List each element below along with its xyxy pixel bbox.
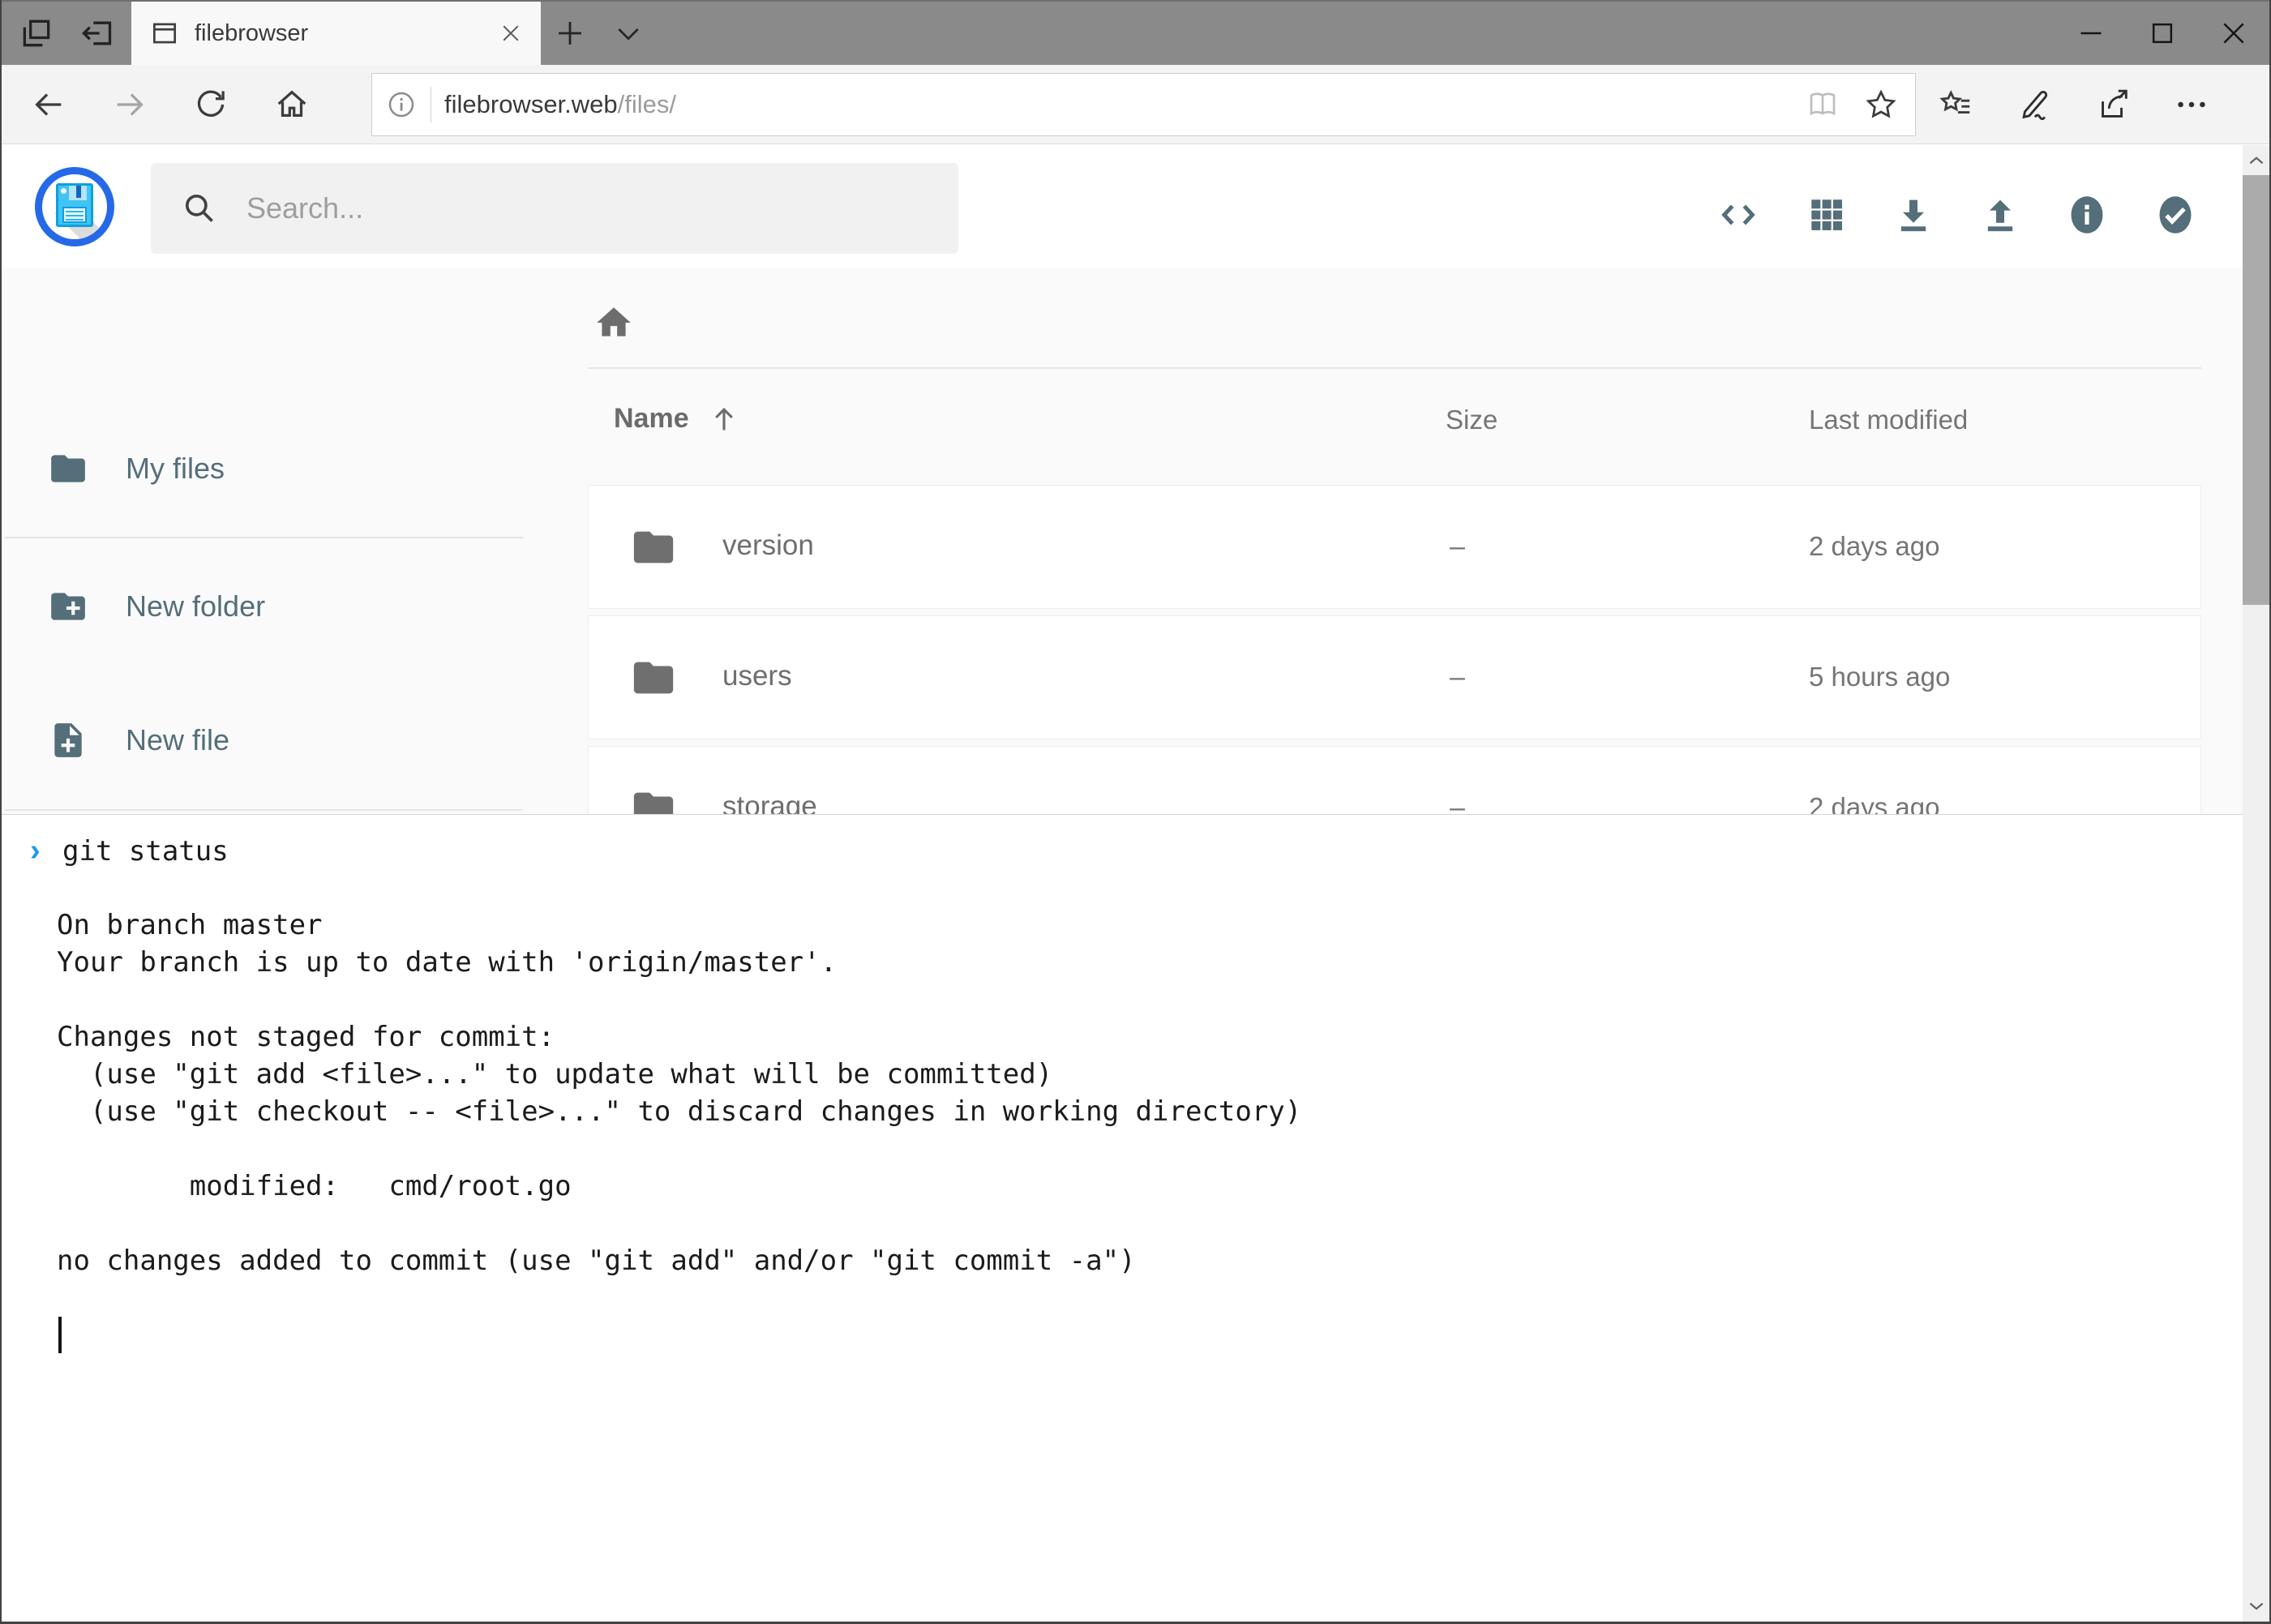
forward-icon xyxy=(111,86,148,123)
floppy-disk-icon xyxy=(56,183,93,227)
titlebar: filebrowser xyxy=(2,0,2269,65)
scroll-down-button[interactable] xyxy=(2243,1591,2269,1622)
file-row-version[interactable]: version – 2 days ago xyxy=(588,485,2201,609)
home-button[interactable] xyxy=(251,65,332,144)
set-tabs-aside-button[interactable] xyxy=(71,2,122,65)
refresh-icon xyxy=(192,86,229,123)
more-options-icon xyxy=(2173,86,2210,123)
browser-window: filebrowser xyxy=(0,0,2271,1624)
forward-button[interactable] xyxy=(89,65,170,144)
back-button[interactable] xyxy=(8,65,89,144)
set-tabs-aside-icon xyxy=(79,15,114,51)
file-name: version xyxy=(722,529,814,562)
column-header-size[interactable]: Size xyxy=(1446,405,1498,435)
url-text[interactable]: filebrowser.web/files/ xyxy=(444,90,1787,119)
site-info-icon[interactable] xyxy=(385,88,418,121)
app-logo[interactable] xyxy=(35,167,114,246)
scroll-up-button[interactable] xyxy=(2243,145,2269,176)
url-path: /files/ xyxy=(618,90,676,118)
terminal-cursor xyxy=(58,1317,62,1353)
tab-previews-button[interactable] xyxy=(11,2,62,65)
file-size: – xyxy=(1450,531,1465,563)
navigation-toolbar: filebrowser.web/files/ xyxy=(2,65,2269,144)
web-notes-button[interactable] xyxy=(1995,65,2073,144)
folder-icon xyxy=(48,448,88,489)
refresh-button[interactable] xyxy=(170,65,251,144)
more-options-button[interactable] xyxy=(2152,65,2230,144)
sort-ascending-icon xyxy=(709,404,739,435)
page-viewport: My files New folder New file Sett xyxy=(2,145,2269,1622)
address-bar[interactable]: filebrowser.web/files/ xyxy=(371,73,1916,136)
breadcrumb-home-icon xyxy=(593,302,634,343)
column-header-modified[interactable]: Last modified xyxy=(1809,405,1968,435)
prompt-chevron-icon: › xyxy=(30,832,49,869)
terminal-prompt-line: › git status xyxy=(2,815,2243,869)
breadcrumb-divider xyxy=(588,367,2201,369)
favorite-star-icon xyxy=(1863,87,1899,122)
terminal-panel[interactable]: › git status On branch master Your branch… xyxy=(2,814,2243,1622)
home-icon xyxy=(273,86,311,123)
new-folder-icon xyxy=(48,586,88,627)
sidebar-item-my-files[interactable]: My files xyxy=(2,436,525,501)
file-row-users[interactable]: users – 5 hours ago xyxy=(588,615,2201,739)
maximize-button[interactable] xyxy=(2127,2,2198,65)
sidebar-divider xyxy=(5,809,523,811)
sidebar-item-new-file[interactable]: New file xyxy=(2,708,525,773)
url-host: filebrowser.web xyxy=(444,90,618,118)
terminal-output: On branch master Your branch is up to da… xyxy=(2,869,2243,1279)
share-icon xyxy=(2094,86,2132,123)
sidebar-item-label: My files xyxy=(126,452,225,486)
tab-filebrowser[interactable]: filebrowser xyxy=(131,2,541,65)
titlebar-drag-area xyxy=(658,2,2055,65)
file-name: users xyxy=(722,660,792,692)
folder-icon xyxy=(629,524,678,571)
favorites-hub-icon xyxy=(1937,86,1974,123)
column-header-name[interactable]: Name xyxy=(614,403,739,435)
share-button[interactable] xyxy=(2073,65,2152,144)
tab-actions xyxy=(2,2,131,65)
page-favicon xyxy=(149,18,180,49)
listing-column-headers: Name Size Last modified xyxy=(588,403,2201,448)
add-favorite-button[interactable] xyxy=(1858,74,1904,135)
search-icon xyxy=(182,191,217,226)
file-modified: 2 days ago xyxy=(1809,531,1939,562)
minimize-icon xyxy=(2075,17,2107,49)
web-notes-icon xyxy=(2016,86,2053,123)
new-tab-icon xyxy=(553,16,587,50)
close-window-button[interactable] xyxy=(2198,2,2269,65)
sidebar-divider xyxy=(5,537,523,538)
column-header-name-label: Name xyxy=(614,403,689,435)
file-size: – xyxy=(1450,662,1465,693)
breadcrumb-home-button[interactable] xyxy=(593,302,634,343)
reading-view-button[interactable] xyxy=(1800,74,1845,135)
file-modified: 5 hours ago xyxy=(1809,662,1950,692)
back-icon xyxy=(30,86,67,123)
minimize-button[interactable] xyxy=(2055,2,2127,65)
tab-preview-toggle[interactable] xyxy=(599,2,658,65)
favorites-hub-button[interactable] xyxy=(1916,65,1995,144)
new-file-icon xyxy=(48,720,88,761)
tab-title: filebrowser xyxy=(195,20,484,47)
sidebar-item-new-folder[interactable]: New folder xyxy=(2,574,525,639)
sidebar-item-label: New folder xyxy=(126,589,265,623)
sidebar-item-label: New file xyxy=(126,723,229,757)
maximize-icon xyxy=(2146,17,2179,49)
folder-icon xyxy=(629,654,678,701)
close-tab-icon[interactable] xyxy=(499,21,523,45)
tab-dropdown-icon xyxy=(612,17,645,49)
new-tab-button[interactable] xyxy=(541,2,599,65)
terminal-command: git status xyxy=(62,835,229,868)
tab-previews-icon xyxy=(19,15,54,51)
close-window-icon xyxy=(2217,17,2250,49)
vertical-scrollbar[interactable] xyxy=(2243,145,2269,1622)
reading-view-icon xyxy=(1806,88,1840,122)
scrollbar-thumb[interactable] xyxy=(2243,175,2269,605)
